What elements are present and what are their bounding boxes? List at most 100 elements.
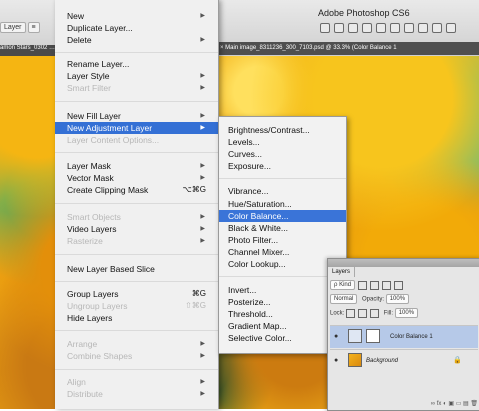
menu-item-layer-mask[interactable]: Layer Mask ▶: [55, 160, 218, 172]
blend-mode-dropdown[interactable]: Normal: [330, 294, 358, 304]
lock-position-icon[interactable]: [370, 308, 380, 318]
3d-mode-icon[interactable]: [404, 23, 414, 33]
menu-item-hide-layers[interactable]: Hide Layers: [55, 312, 218, 324]
kind-filter-dropdown[interactable]: ρ Kind: [330, 280, 356, 290]
3d-mode-icon[interactable]: [418, 23, 428, 33]
lock-label: Lock:: [330, 310, 345, 317]
submenu-arrow-icon: ▶: [200, 214, 205, 220]
submenu-arrow-icon: ▶: [200, 391, 205, 397]
layer-row-background[interactable]: ● Background 🔒: [330, 349, 478, 372]
submenu-item-black-white[interactable]: Black & White...: [219, 222, 346, 234]
3d-mode-icon[interactable]: [390, 23, 400, 33]
menu-item-delete[interactable]: Delete ▶: [55, 34, 218, 46]
menu-item-ungroup-layers[interactable]: Ungroup Layers ⇧⌘G: [55, 300, 218, 312]
fill-field[interactable]: 100%: [394, 308, 419, 318]
pixel-filter-icon[interactable]: [358, 280, 368, 290]
menu-item-new[interactable]: New ▶: [55, 10, 218, 22]
menu-item-video-layers[interactable]: Video Layers ▶: [55, 223, 218, 235]
layer-name: Background: [366, 358, 399, 364]
menu-separator: [55, 52, 218, 53]
submenu-arrow-icon: ▶: [200, 13, 205, 19]
document-tab-active[interactable]: × Main image_8311236_300_7103.psd @ 33.3…: [218, 42, 479, 55]
align-icon[interactable]: [320, 23, 330, 33]
adjustment-filter-icon[interactable]: [370, 280, 380, 290]
submenu-item-channel-mixer[interactable]: Channel Mixer...: [219, 246, 346, 258]
menu-item-label: Layer Mask: [67, 161, 111, 171]
opacity-field[interactable]: 100%: [385, 294, 410, 304]
menu-item-rasterize[interactable]: Rasterize ▶: [55, 235, 218, 247]
menu-item-vector-mask[interactable]: Vector Mask ▶: [55, 172, 218, 184]
menu-item-label: Vector Mask: [67, 173, 114, 183]
submenu-item-hue-saturation[interactable]: Hue/Saturation...: [219, 198, 346, 210]
shape-filter-icon[interactable]: [394, 280, 404, 290]
submenu-item-photo-filter[interactable]: Photo Filter...: [219, 234, 346, 246]
menu-item-label: Create Clipping Mask: [67, 185, 149, 195]
menu-item-label: Layer Style: [67, 71, 110, 81]
menu-separator: [55, 369, 218, 370]
app-title: Adobe Photoshop CS6: [318, 8, 410, 18]
panel-footer-icons[interactable]: ∞ fx ◐ ▣ ▭ ▤ 🗑: [330, 399, 478, 409]
menu-item-distribute[interactable]: Distribute ▶: [55, 388, 218, 400]
tool-options-icons[interactable]: [318, 20, 470, 36]
menu-item-group-layers[interactable]: Group Layers ⌘G: [55, 288, 218, 300]
submenu-item-vibrance[interactable]: Vibrance...: [219, 185, 346, 197]
layer-mask-thumbnail[interactable]: [366, 329, 380, 343]
document-tab-left[interactable]: amon Stars_0302 …: [0, 45, 63, 56]
lock-transparent-icon[interactable]: [346, 308, 356, 318]
align-icon[interactable]: [348, 23, 358, 33]
lock-image-icon[interactable]: [358, 308, 368, 318]
menu-item-new-layer-based-slice[interactable]: New Layer Based Slice: [55, 263, 218, 275]
panel-header[interactable]: [328, 259, 479, 267]
menu-item-smart-filter[interactable]: Smart Filter ▶: [55, 82, 218, 94]
submenu-item-brightness-contrast[interactable]: Brightness/Contrast...: [219, 124, 346, 136]
submenu-arrow-icon: ▶: [200, 113, 205, 119]
menu-item-label: Layer Content Options...: [67, 135, 160, 145]
eye-icon[interactable]: ●: [334, 350, 342, 372]
menu-item-layer-style[interactable]: Layer Style ▶: [55, 70, 218, 82]
layer-row-color-balance[interactable]: ● Color Balance 1: [330, 325, 478, 348]
submenu-arrow-icon: ▶: [200, 226, 205, 232]
eye-icon[interactable]: ●: [334, 326, 342, 348]
menu-separator: [55, 203, 218, 204]
align-icon[interactable]: [334, 23, 344, 33]
submenu-arrow-icon: ▶: [200, 175, 205, 181]
menu-item-new-fill-layer[interactable]: New Fill Layer ▶: [55, 110, 218, 122]
layers-panel: Layers ρ Kind Normal Opacity: 100% Lock:…: [327, 258, 479, 411]
menu-item-rename-layer[interactable]: Rename Layer...: [55, 58, 218, 70]
tab-layers[interactable]: Layers: [328, 267, 355, 277]
document-tab-label: Main image_8311236_300_7103.psd @ 33.3% …: [225, 45, 397, 51]
3d-mode-icon[interactable]: [432, 23, 442, 33]
menu-item-smart-objects[interactable]: Smart Objects ▶: [55, 211, 218, 223]
menu-item-combine-shapes[interactable]: Combine Shapes ▶: [55, 350, 218, 362]
submenu-item-exposure[interactable]: Exposure...: [219, 160, 346, 172]
menu-item-label: Combine Shapes: [67, 351, 133, 361]
menu-item-label: New Layer Based Slice: [67, 264, 155, 274]
layer-dropdown[interactable]: Layer: [0, 22, 26, 33]
menu-item-label: Duplicate Layer...: [67, 23, 133, 33]
submenu-arrow-icon: ▶: [200, 353, 205, 359]
submenu-item-levels[interactable]: Levels...: [219, 136, 346, 148]
menu-item-create-clipping-mask[interactable]: Create Clipping Mask ⌥⌘G: [55, 184, 218, 196]
menu-shortcut: ⇧⌘G: [185, 301, 206, 310]
menu-item-align[interactable]: Align ▶: [55, 376, 218, 388]
menu-item-label: Rename Layer...: [67, 59, 130, 69]
transform-toggle[interactable]: ≡: [27, 22, 40, 33]
menu-item-duplicate-layer[interactable]: Duplicate Layer...: [55, 22, 218, 34]
type-filter-icon[interactable]: [382, 280, 392, 290]
3d-mode-icon[interactable]: [446, 23, 456, 33]
menu-shortcut: ⌘G: [191, 289, 206, 298]
layer-name: Color Balance 1: [390, 334, 433, 340]
menu-item-label: New Fill Layer: [67, 111, 121, 121]
submenu-item-curves[interactable]: Curves...: [219, 148, 346, 160]
tool-options: Layer ≡: [0, 22, 63, 36]
menu-item-label: Delete: [67, 35, 92, 45]
distribute-icon[interactable]: [376, 23, 386, 33]
submenu-item-color-balance[interactable]: Color Balance...: [219, 210, 346, 222]
distribute-icon[interactable]: [362, 23, 372, 33]
menu-separator: [55, 101, 218, 102]
menu-item-label: New: [67, 11, 85, 21]
menu-item-layer-content-options[interactable]: Layer Content Options...: [55, 134, 218, 146]
menu-item-new-adjustment-layer[interactable]: New Adjustment Layer ▶: [55, 122, 218, 134]
menu-item-label: New Adjustment Layer: [67, 123, 153, 133]
menu-item-arrange[interactable]: Arrange ▶: [55, 338, 218, 350]
